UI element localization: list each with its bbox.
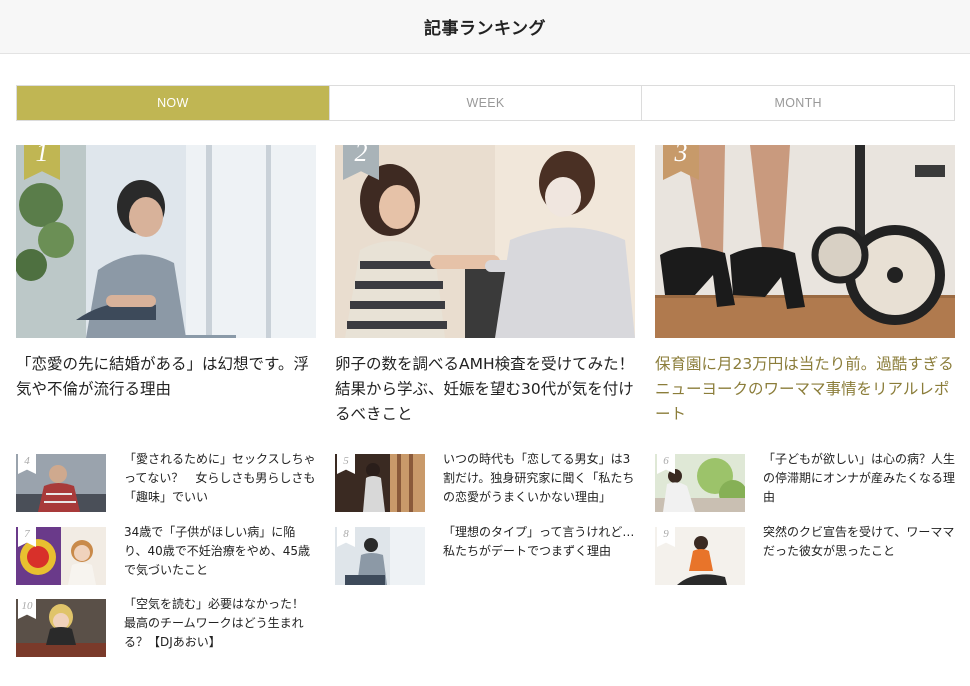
tab-now[interactable]: NOW <box>17 86 329 120</box>
tab-week[interactable]: WEEK <box>328 86 642 120</box>
ranking-header: 記事ランキング <box>0 0 970 54</box>
article-thumbnail[interactable]: 10 <box>16 599 106 657</box>
list-item-4[interactable]: 4 「愛されるために」セックスしちゃってない？ 女らしさも男らしさも「趣味」でい… <box>16 452 316 514</box>
article-title[interactable]: 卵子の数を調べるAMH検査を受けてみた！ 結果から学ぶ、妊娠を望む30代が気を付… <box>335 352 650 427</box>
man-by-window-image <box>16 145 316 338</box>
article-thumbnail[interactable]: 5 <box>335 454 425 512</box>
featured-article-1[interactable]: 1 「恋愛の先に結婚がある」は幻想です。浮気や不倫が流行る理由 <box>16 145 316 402</box>
page-title: 記事ランキング <box>424 19 546 39</box>
list-item-7[interactable]: 7 34歳で「子供がほしい病」に陥り、40歳で不妊治療をやめ、45歳で気づいたこ… <box>16 525 316 587</box>
article-title[interactable]: 34歳で「子供がほしい病」に陥り、40歳で不妊治療をやめ、45歳で気づいたこと <box>124 523 316 587</box>
article-title[interactable]: いつの時代も「恋してる男女」は3割だけ。独身研究家に聞く「私たちの恋愛がうまくい… <box>443 450 635 514</box>
article-thumbnail[interactable]: 2 <box>335 145 635 338</box>
blood-test-image <box>335 145 635 338</box>
list-item-6[interactable]: 6 「子どもが欲しい」は心の病？人生の停滞期にオンナが産みたくなる理由 <box>655 452 955 514</box>
article-thumbnail[interactable]: 7 <box>16 527 106 585</box>
article-thumbnail[interactable]: 1 <box>16 145 316 338</box>
period-tabs: NOW WEEK MONTH <box>16 85 955 121</box>
tab-month[interactable]: MONTH <box>641 86 955 120</box>
article-thumbnail[interactable]: 4 <box>16 454 106 512</box>
list-item-10[interactable]: 10 「空気を読む」必要はなかった！ 最高のチームワークはどう生まれる？【DJあ… <box>16 597 316 659</box>
article-title[interactable]: 「愛されるために」セックスしちゃってない？ 女らしさも男らしさも「趣味」でいい <box>124 450 316 514</box>
heels-stroller-image <box>655 145 955 338</box>
article-title[interactable]: 突然のクビ宣告を受けて、ワーママだった彼女が思ったこと <box>763 523 955 587</box>
article-title[interactable]: 保育園に月23万円は当たり前。過酷すぎるニューヨークのワーママ事情をリアルレポー… <box>655 352 955 427</box>
article-thumbnail[interactable]: 6 <box>655 454 745 512</box>
list-item-5[interactable]: 5 いつの時代も「恋してる男女」は3割だけ。独身研究家に聞く「私たちの恋愛がうま… <box>335 452 635 514</box>
article-title[interactable]: 「空気を読む」必要はなかった！ 最高のチームワークはどう生まれる？【DJあおい】 <box>124 595 316 659</box>
list-item-9[interactable]: 9 突然のクビ宣告を受けて、ワーママだった彼女が思ったこと <box>655 525 955 587</box>
article-title[interactable]: 「理想のタイプ」って言うけれど…私たちがデートでつまずく理由 <box>443 523 635 587</box>
article-thumbnail[interactable]: 3 <box>655 145 955 338</box>
article-title[interactable]: 「恋愛の先に結婚がある」は幻想です。浮気や不倫が流行る理由 <box>16 352 316 402</box>
list-item-8[interactable]: 8 「理想のタイプ」って言うけれど…私たちがデートでつまずく理由 <box>335 525 635 587</box>
article-thumbnail[interactable]: 9 <box>655 527 745 585</box>
article-thumbnail[interactable]: 8 <box>335 527 425 585</box>
featured-article-3[interactable]: 3 保育園に月23万円は当たり前。過酷すぎるニューヨークのワーママ事情をリアルレ… <box>655 145 955 427</box>
featured-article-2[interactable]: 2 卵子の数を調べるAMH検査を受けてみた！ 結果から学ぶ、妊娠を望む30代が気… <box>335 145 650 427</box>
article-title[interactable]: 「子どもが欲しい」は心の病？人生の停滞期にオンナが産みたくなる理由 <box>763 450 955 514</box>
